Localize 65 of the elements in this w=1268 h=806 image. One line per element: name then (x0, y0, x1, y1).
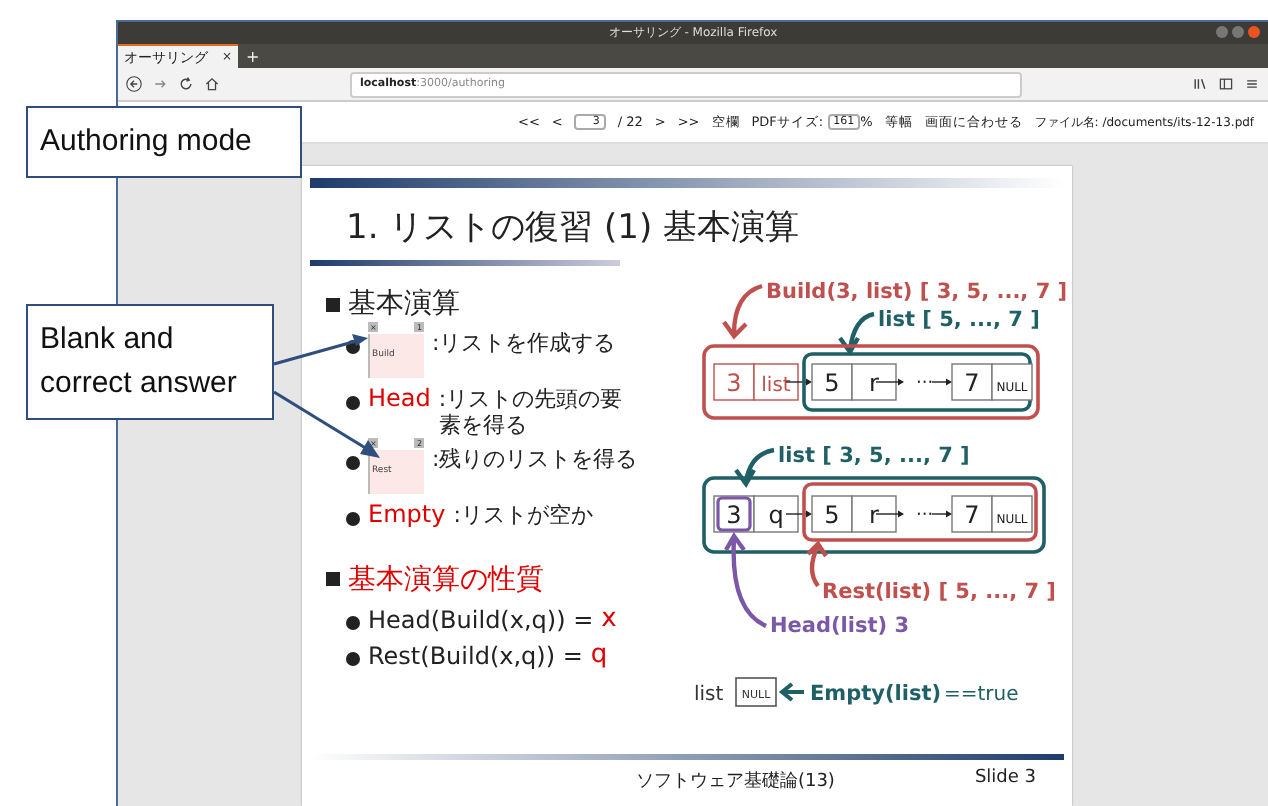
forward-icon[interactable] (152, 76, 168, 92)
term-text: Empty (368, 500, 446, 529)
bullet (346, 651, 360, 666)
result-text: x (601, 603, 617, 634)
square-bullet (326, 572, 340, 587)
slide-title: 1. リストの復習 (1) 基本演算 (344, 206, 802, 252)
description-text: :リストの先頭の要素を得る (438, 384, 625, 439)
close-icon[interactable] (1248, 26, 1260, 38)
equation-text: Head(Build(x,q)) = (368, 603, 594, 634)
rest-label: Rest(list) [ 5, ..., 7 ] (822, 580, 1056, 604)
description-text: :リストを作成する (432, 328, 618, 357)
build-label: Build(3, list) [ 3, 5, ..., 7 ] (766, 280, 1066, 304)
footer-text: ソフトウェア基礎論(13) (635, 769, 835, 794)
result-text: ==true (944, 684, 1019, 706)
list-cell: q (753, 495, 799, 533)
list-label: list [ 3, 5, ..., 7 ] (778, 444, 970, 468)
pointer-arrow (778, 682, 806, 702)
callout-label: Authoring mode (26, 106, 302, 178)
maximize-icon[interactable] (1232, 26, 1244, 38)
list-cell: r (851, 363, 897, 401)
curved-arrow (723, 533, 769, 629)
pointer-arrow (931, 510, 952, 518)
library-icon[interactable] (1192, 76, 1208, 92)
callout-arrow (273, 334, 368, 366)
list-cell: r (851, 495, 897, 533)
bullet (346, 512, 360, 527)
section-heading: 基本演算 (348, 286, 460, 322)
curved-arrow (837, 311, 877, 355)
pointer-arrow (931, 378, 952, 386)
empty-label: Empty(list) (810, 682, 942, 706)
list-cell: 5 (811, 363, 853, 401)
sidebar-icon[interactable] (1218, 76, 1234, 92)
pointer-arrow (785, 510, 812, 518)
list-cell: 7 (951, 495, 993, 533)
ellipsis: ··· (916, 374, 934, 394)
curved-arrow (733, 447, 777, 487)
list-label: list [ 5, ..., 7 ] (878, 308, 1040, 332)
new-tab-button[interactable]: + (238, 44, 268, 68)
menu-icon[interactable] (1244, 76, 1260, 92)
bullet (346, 396, 360, 410)
list-cell: 5 (811, 495, 853, 533)
curved-arrow (721, 283, 765, 339)
bullet (346, 456, 360, 471)
pointer-arrow (875, 378, 904, 386)
bullet (346, 615, 360, 630)
list-cell: 7 (951, 363, 993, 401)
equation-text: Rest(Build(x,q)) = (368, 639, 583, 670)
description-text: :残りのリストを得る (432, 444, 640, 474)
minimize-icon[interactable] (1216, 26, 1228, 38)
slide-number: Slide 3 (974, 768, 1036, 792)
result-text: q (590, 639, 608, 670)
home-icon[interactable] (204, 76, 220, 92)
reload-icon[interactable] (178, 76, 194, 92)
square-bullet (326, 297, 340, 311)
list-cell: list (753, 363, 799, 401)
description-text: :リストが空か (453, 500, 595, 530)
back-icon[interactable] (126, 76, 142, 92)
list-cell: 3 (713, 363, 755, 401)
section-heading: 基本演算の性質 (348, 561, 544, 598)
head-label: Head(list) 3 (770, 614, 910, 638)
list-label: list (694, 684, 724, 706)
callout-label: Blank and correct answer (26, 304, 274, 419)
term-text: Head (368, 384, 431, 412)
pointer-arrow (875, 510, 904, 518)
ellipsis: ··· (916, 506, 934, 526)
